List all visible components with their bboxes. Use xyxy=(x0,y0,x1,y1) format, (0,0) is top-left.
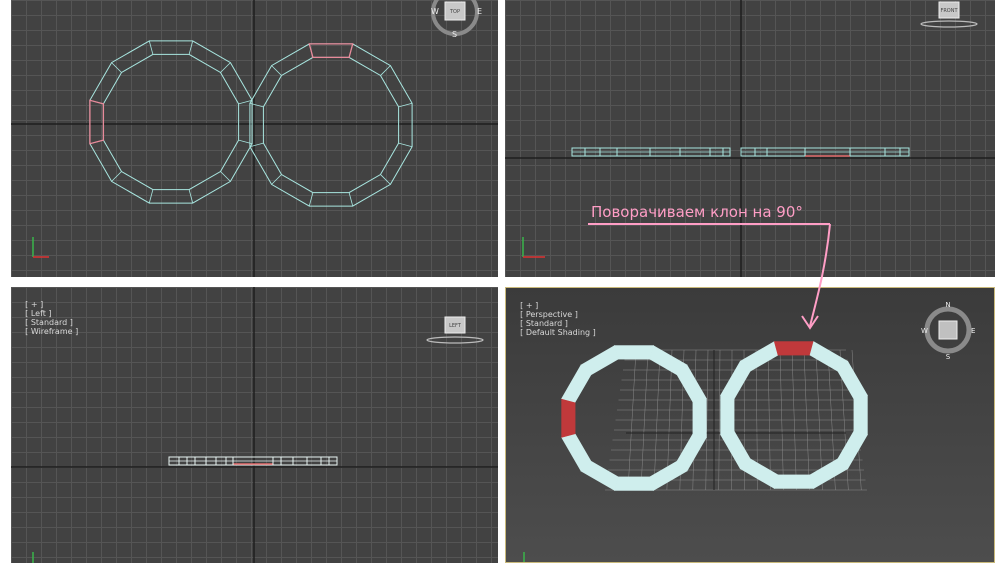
svg-text:N: N xyxy=(945,301,950,309)
viewcube-icon[interactable]: LEFT xyxy=(423,315,487,347)
viewcube-face-label: LEFT xyxy=(449,323,462,329)
front-ring-strips[interactable] xyxy=(571,147,910,157)
annotation-text: Поворачиваем клон на 90° xyxy=(591,203,803,221)
svg-text:S: S xyxy=(946,353,951,361)
svg-text:E: E xyxy=(971,327,975,335)
axis-tripod-icon xyxy=(522,237,545,258)
selected-segment xyxy=(308,43,354,59)
compass-ring-icon xyxy=(920,20,978,28)
svg-text:W: W xyxy=(921,327,928,335)
viewcube-face-label: TOP xyxy=(449,9,460,15)
svg-text:W: W xyxy=(431,7,439,16)
selected-segment xyxy=(89,99,105,145)
compass-ring-icon xyxy=(426,336,484,344)
viewport-left[interactable]: [ + ] [ Left ] [ Standard ] [ Wireframe … xyxy=(11,287,498,563)
viewcube-face-label: FRONT xyxy=(940,8,958,14)
viewcube-icon[interactable]: FRONT xyxy=(917,0,981,30)
viewport-top[interactable]: TOP W E S xyxy=(11,0,498,277)
viewport-perspective[interactable]: [ + ] [ Perspective ] [ Standard ] [ Def… xyxy=(505,287,995,563)
svg-text:S: S xyxy=(452,30,457,38)
front-scene xyxy=(505,0,995,277)
svg-text:E: E xyxy=(477,7,482,16)
left-ring-strip[interactable] xyxy=(168,456,338,466)
axis-tripod-icon xyxy=(32,237,49,258)
ring-shaded-left[interactable] xyxy=(561,345,707,491)
ring-left[interactable] xyxy=(89,40,253,204)
top-scene xyxy=(11,0,498,277)
ring-right[interactable] xyxy=(249,43,413,207)
viewcube-icon[interactable]: N S W E xyxy=(918,300,978,364)
viewcube-icon[interactable]: TOP W E S xyxy=(427,0,483,39)
viewport-front[interactable]: FRONT xyxy=(505,0,995,277)
